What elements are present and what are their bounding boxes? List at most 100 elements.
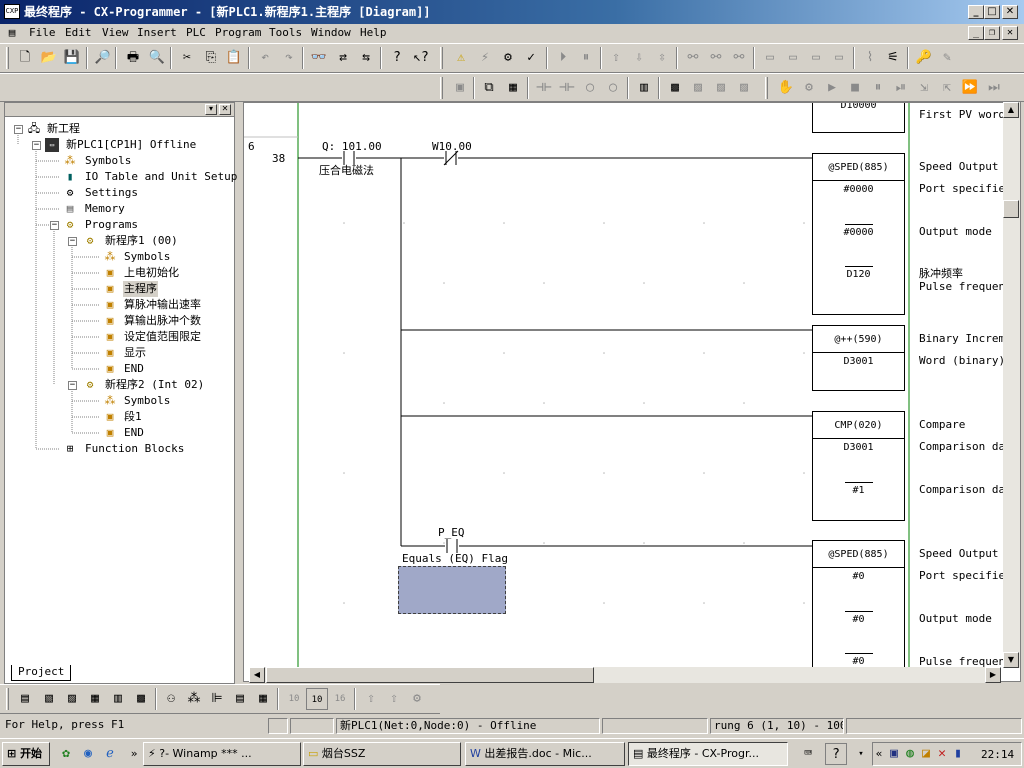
set-icon[interactable]: ▭: [759, 47, 781, 69]
expand-plc-icon[interactable]: −: [32, 141, 41, 150]
tray-network-icon[interactable]: ▣: [886, 743, 902, 765]
task-cx-programmer[interactable]: ▤ 最终程序 - CX-Progr...: [628, 742, 788, 766]
contact2-address[interactable]: W10.00: [432, 141, 472, 153]
tree-section-selected[interactable]: 主程序: [123, 281, 158, 297]
reset-icon[interactable]: ▭: [782, 47, 804, 69]
tree-io-table[interactable]: IO Table and Unit Setup: [85, 169, 237, 185]
copy-icon[interactable]: ⎘: [200, 47, 222, 69]
compile-icon[interactable]: ⚙: [497, 47, 519, 69]
menu-plc[interactable]: PLC: [186, 24, 206, 42]
closed-coil-icon[interactable]: ◯: [602, 77, 624, 99]
stop-icon[interactable]: ■: [844, 77, 866, 99]
horizontal-scrollbar[interactable]: ◀ ▶: [249, 667, 1001, 683]
check-program-icon[interactable]: ✓: [520, 47, 542, 69]
transfer-from-plc-icon[interactable]: ⇩: [628, 47, 650, 69]
scroll-thumb[interactable]: [266, 667, 594, 683]
instruction-box-sped[interactable]: @SPED(885) #0000 #0000 D120: [812, 153, 905, 315]
fast-forward-icon[interactable]: ⏩: [959, 77, 981, 99]
tree-programs[interactable]: Programs: [85, 217, 138, 233]
app-icon[interactable]: CXP: [4, 4, 20, 19]
tree-symbols[interactable]: Symbols: [85, 153, 131, 169]
print-preview-icon[interactable]: 🔍: [146, 47, 168, 69]
save-icon[interactable]: 💾: [61, 47, 83, 69]
pause-sim-icon[interactable]: ⏸: [867, 77, 889, 99]
scroll-thumb[interactable]: [1003, 200, 1019, 218]
io-comment-icon[interactable]: ▦: [252, 688, 274, 710]
output-window-icon[interactable]: ▧: [38, 688, 60, 710]
menu-help[interactable]: Help: [360, 24, 387, 42]
search-replace-icon[interactable]: ⇆: [355, 47, 377, 69]
maximize-button[interactable]: □: [984, 5, 1000, 19]
minimize-button[interactable]: _: [968, 5, 984, 19]
task-word[interactable]: W 出差报告.doc - Mic...: [465, 742, 625, 766]
cross-reference-icon[interactable]: ▩: [130, 688, 152, 710]
new-icon[interactable]: 🗋: [14, 47, 36, 69]
print-icon[interactable]: 🖶: [122, 47, 144, 69]
transfer-to-plc-icon[interactable]: ⇧: [605, 47, 627, 69]
panel-pin-button[interactable]: ▾: [205, 104, 217, 115]
quicklaunch-icon[interactable]: ◉: [77, 743, 99, 765]
scroll-up-icon[interactable]: ▲: [1003, 102, 1019, 118]
step-in-icon[interactable]: ⇲: [913, 77, 935, 99]
expand-program2-icon[interactable]: −: [68, 381, 77, 390]
help-tray-icon[interactable]: ?: [825, 743, 847, 765]
force-on-icon[interactable]: ⚯: [705, 47, 727, 69]
scroll-left-icon[interactable]: ◀: [249, 667, 265, 683]
binary-display-icon[interactable]: 10: [283, 688, 305, 710]
cut-icon[interactable]: ✂: [176, 47, 198, 69]
tree-plc[interactable]: 新PLC1[CP1H] Offline: [66, 137, 196, 153]
hand-icon[interactable]: ✋: [775, 77, 797, 99]
close-button[interactable]: ✕: [1002, 5, 1018, 19]
menu-window[interactable]: Window: [311, 24, 351, 42]
tree-section[interactable]: 上电初始化: [124, 265, 179, 281]
tray-app-icon[interactable]: ◍: [902, 743, 918, 765]
tray-app-icon[interactable]: ✕: [934, 743, 950, 765]
quicklaunch-icon[interactable]: ✿: [55, 743, 77, 765]
undo-icon[interactable]: ↶: [254, 47, 276, 69]
panel-close-button[interactable]: ✕: [219, 104, 231, 115]
mnemonics-icon[interactable]: ▤: [229, 688, 251, 710]
run-mode-icon[interactable]: ⏵: [552, 47, 574, 69]
force-set-icon[interactable]: ⇧: [360, 688, 382, 710]
scroll-right-icon[interactable]: ▶: [985, 667, 1001, 683]
instruction-box-compare[interactable]: CMP(020) D3001 #1: [812, 411, 905, 521]
closed-contact-icon[interactable]: ⊣⊢: [556, 77, 578, 99]
menu-tools[interactable]: Tools: [269, 24, 302, 42]
tree-p2-symbols[interactable]: Symbols: [124, 393, 170, 409]
find-icon[interactable]: 🔎: [92, 47, 114, 69]
previous-instruction-box[interactable]: D10000: [812, 103, 905, 133]
watch-window-icon[interactable]: ▨: [61, 688, 83, 710]
tree-section[interactable]: 算脉冲输出速率: [124, 297, 201, 313]
contact1-address[interactable]: Q: 101.00: [322, 141, 382, 153]
online-icon[interactable]: ⚡: [474, 47, 496, 69]
document-icon[interactable]: ▤: [4, 22, 20, 44]
ie-icon[interactable]: ℯ: [99, 743, 121, 765]
tree-root[interactable]: 新工程: [47, 121, 80, 137]
force-cancel-icon[interactable]: ⚙: [406, 688, 428, 710]
expand-program1-icon[interactable]: −: [68, 237, 77, 246]
tree-settings[interactable]: Settings: [85, 185, 138, 201]
tree-p1-symbols[interactable]: Symbols: [124, 249, 170, 265]
tree-section[interactable]: 算输出脉冲个数: [124, 313, 201, 329]
tree-section[interactable]: END: [124, 425, 144, 441]
tray-app-icon[interactable]: ◪: [918, 743, 934, 765]
stack-icon[interactable]: ⧉: [478, 77, 500, 99]
comment-icon[interactable]: ▨: [687, 77, 709, 99]
protect-icon[interactable]: ✎: [936, 47, 958, 69]
hex-display-icon[interactable]: 16: [329, 688, 351, 710]
project-tab[interactable]: Project: [11, 665, 71, 681]
menu-insert[interactable]: Insert: [137, 24, 177, 42]
tray-expand-icon[interactable]: «: [873, 743, 885, 765]
time-chart-icon[interactable]: ⌇: [859, 47, 881, 69]
tray-app-icon[interactable]: ▮: [950, 743, 966, 765]
decimal-display-icon[interactable]: 10: [306, 688, 328, 710]
monitor-icon[interactable]: ⚯: [682, 47, 704, 69]
tree-section[interactable]: 设定值范围限定: [124, 329, 201, 345]
tree-section[interactable]: END: [124, 361, 144, 377]
cancel-force-icon[interactable]: ▭: [805, 47, 827, 69]
task-winamp[interactable]: ⚡ ?- Winamp *** ...: [143, 742, 301, 766]
tree-program1[interactable]: 新程序1 (00): [105, 233, 178, 249]
open-icon[interactable]: 📂: [38, 47, 60, 69]
compare-plc-icon[interactable]: ⇳: [651, 47, 673, 69]
online-edit-icon[interactable]: ▣: [449, 77, 471, 99]
